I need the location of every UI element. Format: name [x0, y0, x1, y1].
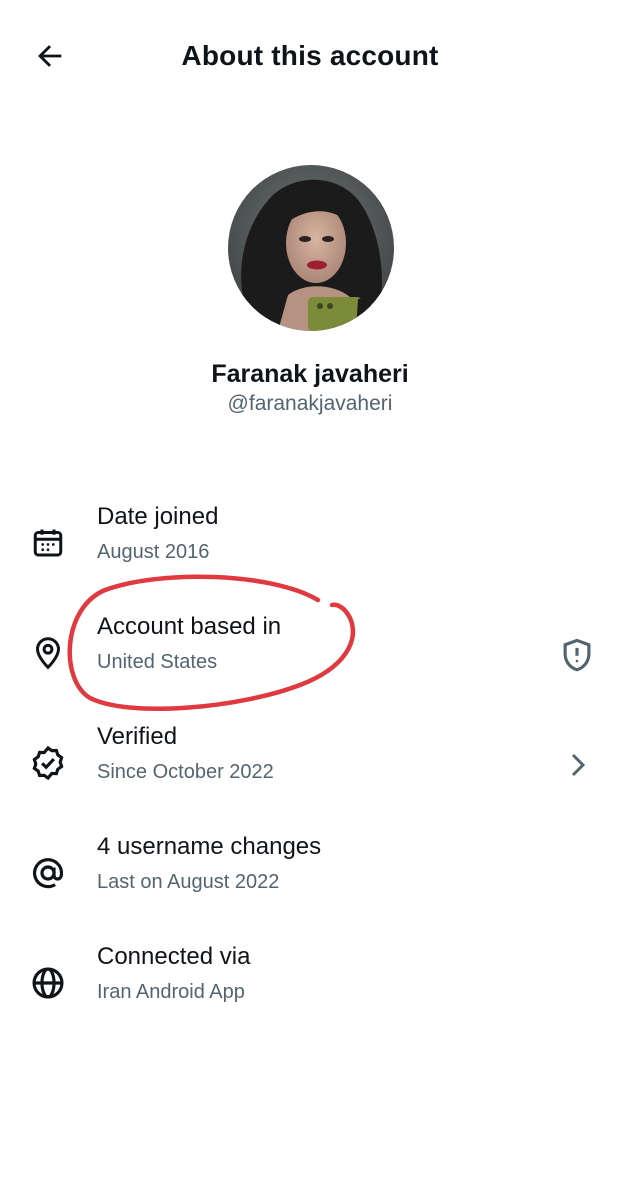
verified-badge-icon — [28, 743, 68, 783]
shield-alert-icon[interactable] — [555, 633, 599, 677]
at-sign-icon — [28, 853, 68, 893]
row-subtitle: Since October 2022 — [97, 761, 274, 783]
info-row-date-joined: Date joined August 2016 — [0, 500, 620, 592]
row-subtitle: Last on August 2022 — [97, 871, 280, 893]
page-title: About this account — [181, 40, 439, 71]
globe-icon — [28, 963, 68, 1003]
row-subtitle: August 2016 — [97, 541, 210, 563]
info-row-verified[interactable]: Verified Since October 2022 — [0, 720, 620, 812]
row-title: Connected via — [97, 943, 251, 970]
row-title: Date joined — [97, 503, 219, 530]
row-title: 4 username changes — [97, 833, 322, 860]
location-pin-icon — [28, 633, 68, 673]
row-title: Account based in — [97, 613, 282, 640]
info-row-username-changes: 4 username changes Last on August 2022 — [0, 830, 620, 922]
display-name: Faranak javaheri — [211, 360, 409, 388]
row-subtitle: Iran Android App — [97, 981, 245, 1003]
row-title: Verified — [97, 723, 178, 750]
username-handle: @faranakjavaheri — [227, 392, 393, 415]
calendar-icon — [28, 523, 68, 563]
info-row-connected-via: Connected via Iran Android App — [0, 940, 620, 1032]
avatar[interactable] — [228, 165, 394, 331]
info-row-account-based-in: Account based in United States — [0, 610, 620, 702]
row-subtitle: United States — [97, 651, 218, 673]
chevron-right-icon[interactable] — [555, 743, 599, 787]
